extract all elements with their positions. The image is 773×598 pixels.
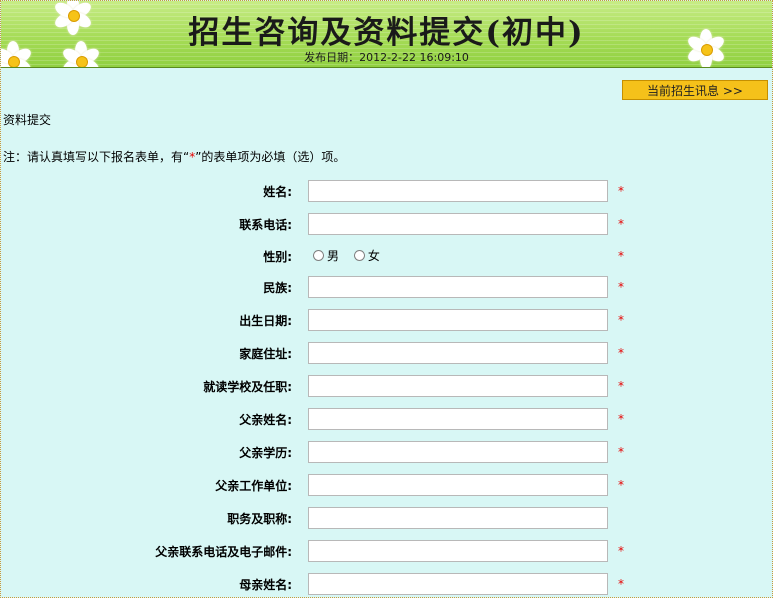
publish-date-label: 发布日期： — [304, 51, 360, 64]
field-label: 父亲姓名: — [239, 413, 292, 427]
required-mark: * — [618, 445, 624, 459]
publish-date-value: 2012-2-22 16:09:10 — [359, 51, 469, 64]
required-mark: * — [618, 379, 624, 393]
form-row-father-name: 父亲姓名: * — [1, 408, 772, 430]
field-label: 职务及职称: — [227, 512, 292, 526]
field-label: 出生日期: — [239, 314, 292, 328]
field-label: 父亲工作单位: — [215, 479, 292, 493]
birthdate-input[interactable] — [308, 309, 608, 331]
form-row-name: 姓名: * — [1, 180, 772, 202]
field-label: 姓名: — [263, 185, 292, 199]
section-heading: 资料提交 — [3, 113, 52, 127]
gender-radio-group: 男 女 — [313, 247, 391, 264]
required-mark: * — [618, 412, 624, 426]
field-label: 联系电话: — [239, 218, 292, 232]
required-mark: * — [618, 478, 624, 492]
form-row-father-employer: 父亲工作单位: * — [1, 474, 772, 496]
required-mark: * — [618, 313, 624, 327]
required-mark: * — [618, 346, 624, 360]
field-label: 父亲学历: — [239, 446, 292, 460]
form-row-ethnicity: 民族: * — [1, 276, 772, 298]
form-row-birthdate: 出生日期: * — [1, 309, 772, 331]
publish-date: 发布日期：2012-2-22 16:09:10 — [1, 49, 772, 65]
father-contact-input[interactable] — [308, 540, 608, 562]
current-admission-news-button[interactable]: 当前招生讯息 >> — [622, 80, 768, 100]
field-label: 就读学校及任职: — [203, 380, 292, 394]
form-row-phone: 联系电话: * — [1, 213, 772, 235]
field-label: 家庭住址: — [239, 347, 292, 361]
father-name-input[interactable] — [308, 408, 608, 430]
mother-name-input[interactable] — [308, 573, 608, 595]
form-note: 注：请认真填写以下报名表单，有“*”的表单项为必填（选）项。 — [3, 148, 345, 165]
required-mark: * — [618, 184, 624, 198]
form-note-suffix: ”的表单项为必填（选）项。 — [195, 150, 346, 164]
form-row-father-title: 职务及职称: — [1, 507, 772, 529]
form-row-father-contact: 父亲联系电话及电子邮件: * — [1, 540, 772, 562]
field-label: 民族: — [263, 281, 292, 295]
field-label: 父亲联系电话及电子邮件: — [155, 545, 292, 559]
ethnicity-input[interactable] — [308, 276, 608, 298]
father-education-input[interactable] — [308, 441, 608, 463]
form-row-mother-name: 母亲姓名: * — [1, 573, 772, 595]
school-input[interactable] — [308, 375, 608, 397]
required-mark: * — [618, 217, 624, 231]
radio-button[interactable] — [353, 250, 365, 261]
form-row-father-education: 父亲学历: * — [1, 441, 772, 463]
name-input[interactable] — [308, 180, 608, 202]
field-label: 性别: — [263, 250, 292, 264]
form-note-prefix: 注：请认真填写以下报名表单，有“ — [3, 150, 190, 164]
form-row-school: 就读学校及任职: * — [1, 375, 772, 397]
father-title-input[interactable] — [308, 507, 608, 529]
page-title: 招生咨询及资料提交(初中) — [188, 15, 585, 51]
father-employer-input[interactable] — [308, 474, 608, 496]
required-mark: * — [618, 544, 624, 558]
phone-input[interactable] — [308, 213, 608, 235]
required-mark: * — [618, 249, 624, 263]
banner: 招生咨询及资料提交(初中) 发布日期：2012-2-22 16:09:10 — [1, 1, 772, 68]
gender-option-female[interactable]: 女 — [353, 249, 380, 263]
radio-label: 女 — [367, 249, 380, 263]
radio-button[interactable] — [313, 250, 324, 261]
page: 招生咨询及资料提交(初中) 发布日期：2012-2-22 16:09:10 当前… — [0, 0, 773, 598]
radio-label: 男 — [327, 249, 340, 263]
required-mark: * — [618, 577, 624, 591]
required-mark: * — [618, 280, 624, 294]
form-row-gender: 性别: 男 女 * — [1, 245, 772, 267]
address-input[interactable] — [308, 342, 608, 364]
field-label: 母亲姓名: — [239, 578, 292, 592]
form-row-address: 家庭住址: * — [1, 342, 772, 364]
gender-option-male[interactable]: 男 — [313, 249, 339, 263]
